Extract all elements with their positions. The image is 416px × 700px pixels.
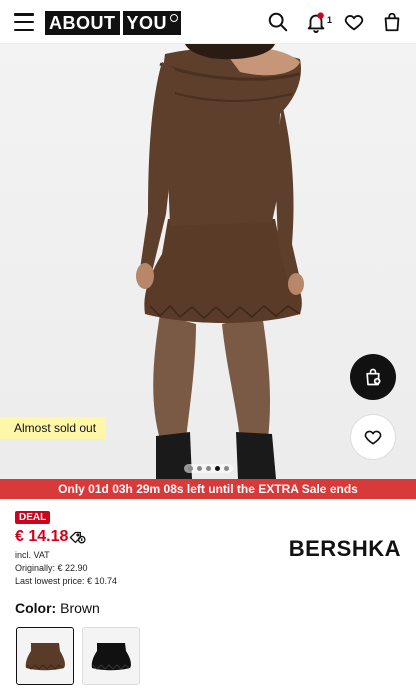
product-image-gallery[interactable]: Almost sold out — [0, 44, 416, 479]
add-to-bag-button[interactable] — [350, 354, 396, 400]
selected-color-name: Brown — [60, 600, 100, 616]
black-skirt-thumbnail — [91, 643, 131, 671]
brown-skirt-thumbnail — [25, 643, 65, 671]
registered-mark-icon — [170, 14, 179, 22]
gallery-pagination[interactable] — [184, 464, 233, 473]
gallery-dot[interactable] — [188, 466, 193, 471]
product-photo — [136, 44, 304, 479]
menu-icon[interactable] — [14, 13, 34, 31]
heart-icon[interactable] — [343, 11, 365, 33]
brand-name[interactable]: BERSHKA — [289, 536, 401, 562]
wishlist-button[interactable] — [350, 414, 396, 460]
notification-count: 1 — [327, 15, 333, 25]
color-swatch-brown[interactable] — [16, 627, 74, 685]
add-to-bag-icon — [366, 368, 381, 386]
gallery-dot[interactable] — [224, 466, 229, 471]
color-selector-label: Color: Brown — [15, 600, 100, 616]
lowest-price: Last lowest price: € 10.74 — [15, 576, 118, 586]
bag-icon[interactable] — [381, 11, 403, 33]
vat-note: incl. VAT — [15, 550, 50, 560]
gallery-dot[interactable] — [197, 466, 202, 471]
bell-icon[interactable] — [305, 11, 327, 33]
product-price: € 14.18 — [15, 528, 69, 545]
about-you-logo[interactable]: ABOUT YOU — [45, 11, 182, 35]
price-info-tag-icon[interactable] — [69, 530, 86, 545]
heart-icon — [364, 430, 382, 445]
gallery-dot-active[interactable] — [215, 466, 220, 471]
sale-countdown-banner: Only 01d 03h 29m 08s left until the EXTR… — [0, 479, 416, 499]
color-swatch-black[interactable] — [82, 627, 140, 685]
logo-you-label: YOU — [126, 13, 168, 33]
logo-you-text: YOU — [122, 11, 182, 35]
original-price: Originally: € 22.90 — [15, 563, 88, 573]
deal-badge: DEAL — [15, 511, 51, 524]
top-navigation-bar: ABOUT YOU 1 — [0, 0, 416, 44]
gallery-dot[interactable] — [206, 466, 211, 471]
logo-about-text: ABOUT — [45, 11, 120, 35]
color-label-title: Color: — [15, 600, 57, 616]
search-icon[interactable] — [267, 11, 289, 33]
stock-status-badge: Almost sold out — [0, 417, 107, 439]
